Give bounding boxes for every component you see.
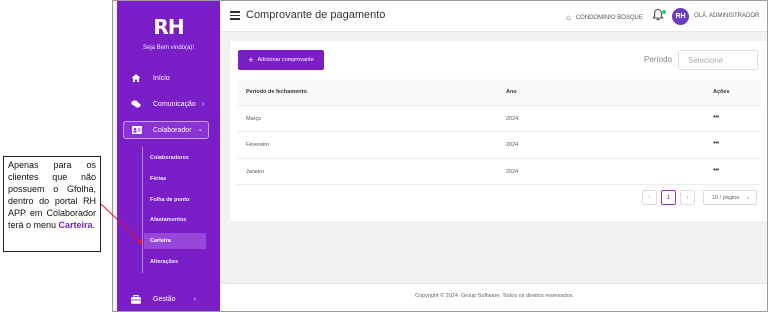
table-row: Janeiro 2024 ••• — [237, 159, 761, 185]
hamburger-menu-icon[interactable] — [230, 11, 240, 20]
table-row: Fevereiro 2024 ••• — [237, 132, 761, 159]
app-logo: RH — [153, 15, 184, 39]
welcome-message: Seja Bem vindo(a)! — [142, 45, 195, 51]
sidebar-item-gestao[interactable]: Gestão › — [117, 291, 220, 307]
more-actions-icon[interactable]: ••• — [713, 114, 719, 121]
submenu-afastamentos[interactable]: Afastamentos — [144, 212, 206, 228]
notification-dot — [662, 10, 666, 14]
submenu-colaboradores[interactable]: Colaboradores — [144, 150, 206, 166]
avatar[interactable]: RH — [672, 8, 689, 25]
submenu-ferias[interactable]: Férias — [144, 171, 206, 187]
sidebar-item-label: Início — [153, 74, 170, 82]
chevron-down-icon: ⌄ — [197, 125, 204, 133]
briefcase-icon — [131, 294, 141, 304]
page-title: Comprovante de pagamento — [246, 9, 386, 21]
pagination-next-button[interactable]: › — [680, 190, 695, 205]
sidebar-item-label: Gestão — [153, 295, 176, 303]
table-header-row: Período de fechamento Ano Ações — [237, 79, 761, 106]
column-header-period: Período de fechamento — [246, 89, 307, 95]
submenu-alteracoes[interactable]: Alterações — [144, 254, 206, 270]
add-receipt-label: Adicionar comprovante — [257, 57, 314, 63]
sidebar-item-inicio[interactable]: Início — [117, 70, 220, 86]
cell-year: 2024 — [506, 142, 519, 148]
sidebar-item-label: Comunicação — [153, 100, 196, 108]
chat-icon — [131, 99, 141, 109]
add-receipt-button[interactable]: + Adicionar comprovante — [238, 50, 324, 70]
page-size-select[interactable]: 10 / página ⌄ — [703, 190, 757, 205]
id-card-icon — [132, 125, 142, 135]
pagination-page-1[interactable]: 1 — [661, 190, 676, 205]
condominium-name: CONDOMINIO BOSQUE — [575, 14, 643, 21]
chevron-down-icon: ⌄ — [745, 195, 751, 201]
annotation-highlight: Carteira — [58, 220, 93, 230]
sidebar-item-label: Colaborador — [153, 126, 192, 134]
sidebar-item-comunicacao[interactable]: Comunicação › — [117, 96, 220, 112]
chevron-right-icon: › — [193, 295, 196, 303]
sidebar-item-colaborador[interactable]: Colaborador ⌄ — [123, 121, 209, 139]
table-row: Março 2024 ••• — [237, 106, 761, 132]
plus-icon: + — [248, 54, 254, 65]
column-header-year: Ano — [506, 89, 517, 95]
receipts-table: Período de fechamento Ano Ações Março 20… — [237, 79, 761, 185]
submenu-carteira[interactable]: Carteira — [144, 233, 206, 249]
sidebar: RH Seja Bem vindo(a)! Início Comunicação… — [117, 1, 220, 311]
home-icon: ⌂ — [566, 13, 571, 22]
cell-period: Março — [246, 115, 262, 122]
app-window: RH Seja Bem vindo(a)! Início Comunicação… — [112, 0, 768, 312]
cell-year: 2024 — [506, 115, 519, 122]
topbar: Comprovante de pagamento ⌂ CONDOMINIO BO… — [220, 1, 767, 32]
period-label: Período — [644, 55, 673, 64]
cell-period: Janeiro — [246, 168, 265, 175]
cell-year: 2024 — [506, 168, 519, 175]
content-card: + Adicionar comprovante Período Selecion… — [230, 41, 767, 221]
submenu-folha-de-ponto[interactable]: Folha de ponto — [144, 192, 206, 208]
pagination-prev-button[interactable]: ‹ — [642, 190, 657, 205]
more-actions-icon[interactable]: ••• — [713, 167, 719, 174]
more-actions-icon[interactable]: ••• — [713, 140, 719, 147]
page-size-value: 10 / página — [712, 194, 740, 201]
cell-period: Fevereiro — [246, 142, 270, 148]
annotation-callout: Apenas para os clientes que não possuem … — [3, 156, 101, 252]
home-icon — [131, 73, 141, 83]
annotation-end: . — [92, 220, 96, 230]
column-header-actions: Ações — [713, 89, 730, 95]
period-select[interactable]: Selecione — [678, 50, 758, 70]
user-greeting[interactable]: OLÁ, ADMINISTRADOR — [694, 13, 759, 19]
footer: Copyright © 2024. Group Software. Todos … — [220, 283, 767, 311]
chevron-right-icon: › — [201, 100, 205, 108]
condominium-selector[interactable]: ⌂ CONDOMINIO BOSQUE — [566, 13, 643, 22]
submenu-divider — [142, 147, 143, 273]
